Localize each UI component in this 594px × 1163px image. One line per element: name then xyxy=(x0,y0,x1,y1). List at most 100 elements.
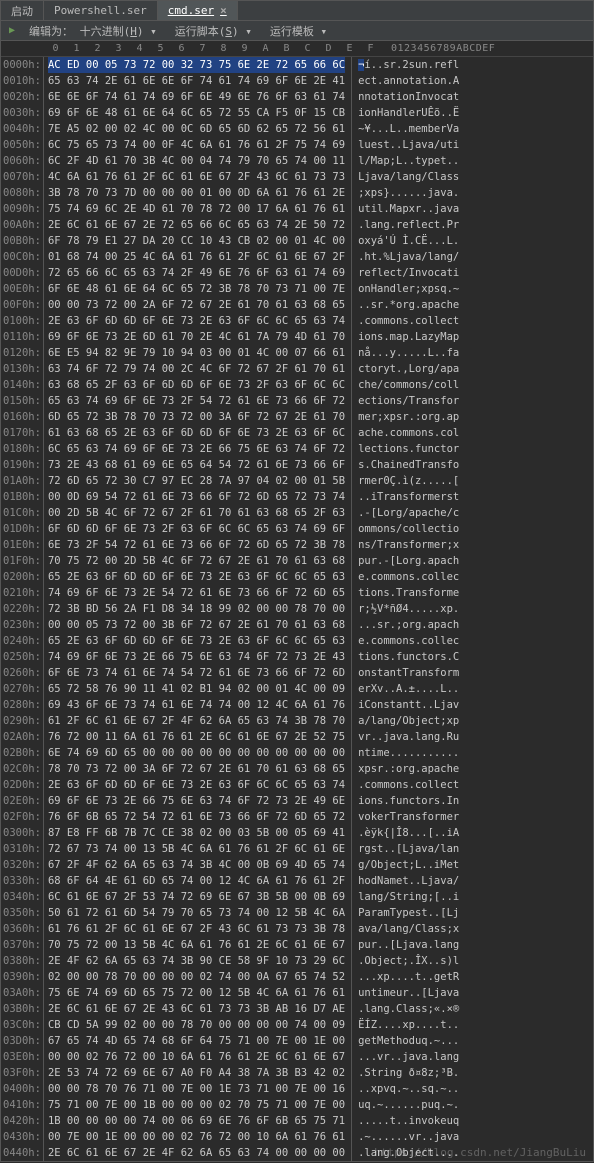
ascii-row[interactable]: g/Object;L..iMet xyxy=(358,857,459,873)
ascii-row[interactable]: .lang.reflect.Pr xyxy=(358,217,459,233)
ascii-row[interactable]: erXv..A.±....L.. xyxy=(358,681,459,697)
ascii-row[interactable]: oxyá'Ú Ì.CË...L. xyxy=(358,233,459,249)
hex-row[interactable]: 6D 65 72 3B 78 70 73 72 00 3A 6F 72 67 2… xyxy=(48,409,345,425)
hex-row[interactable]: 65 2E 63 6F 6D 6D 6F 6E 73 2E 63 6F 6C 6… xyxy=(48,569,345,585)
hex-row[interactable]: 69 6F 6E 48 61 6E 64 6C 65 72 55 CA F5 0… xyxy=(48,105,345,121)
ascii-row[interactable]: .lang.Class;«.×® xyxy=(358,1001,459,1017)
ascii-row[interactable]: ..sr.*org.apache xyxy=(358,297,459,313)
ascii-row[interactable]: Ljava/lang/Class xyxy=(358,169,459,185)
hex-row[interactable]: 65 72 58 76 90 11 41 02 B1 94 02 00 01 4… xyxy=(48,681,345,697)
hex-row[interactable]: 2E 4F 62 6A 65 63 74 3B 90 CE 58 9F 10 7… xyxy=(48,953,345,969)
ascii-row[interactable]: ntime........... xyxy=(358,745,459,761)
ascii-row[interactable]: onHandler;xpsq.~ xyxy=(358,281,459,297)
run-script-menu[interactable]: 运行脚本(S) ▾ xyxy=(167,21,260,41)
ascii-row[interactable]: ns/Transformer;x xyxy=(358,537,459,553)
tab-cmd-ser[interactable]: cmd.ser × xyxy=(158,1,238,20)
ascii-row[interactable]: r;½V*ñØ4.....xp. xyxy=(358,601,459,617)
hex-row[interactable]: 00 0D 69 54 72 61 6E 73 66 6F 72 6D 65 7… xyxy=(48,489,345,505)
hex-row[interactable]: 65 2E 63 6F 6D 6D 6F 6E 73 2E 63 6F 6C 6… xyxy=(48,633,345,649)
ascii-row[interactable]: .commons.collect xyxy=(358,777,459,793)
ascii-row[interactable]: ionHandlerUÊõ..Ë xyxy=(358,105,459,121)
hex-row[interactable]: 2E 63 6F 6D 6D 6F 6E 73 2E 63 6F 6C 6C 6… xyxy=(48,313,345,329)
ascii-row[interactable]: ..iTransformerst xyxy=(358,489,459,505)
hex-row[interactable]: 6E E5 94 82 9E 79 10 94 03 00 01 4C 00 0… xyxy=(48,345,345,361)
hex-row[interactable]: 1B 00 00 00 00 74 00 06 69 6E 76 6F 6B 6… xyxy=(48,1113,345,1129)
hex-row[interactable]: 73 2E 43 68 61 69 6E 65 64 54 72 61 6E 7… xyxy=(48,457,345,473)
ascii-row[interactable]: untimeur..[Ljava xyxy=(358,985,459,1001)
hex-row[interactable]: 70 75 72 00 13 5B 4C 6A 61 76 61 2E 6C 6… xyxy=(48,937,345,953)
run-template-menu[interactable]: 运行模板 ▾ xyxy=(262,21,335,41)
ascii-row[interactable]: ParamTypest..[Lj xyxy=(358,905,459,921)
ascii-row[interactable]: ...sr.;org.apach xyxy=(358,617,459,633)
ascii-row[interactable]: l/Map;L..typet.. xyxy=(358,153,459,169)
hex-row[interactable]: 72 6D 65 72 30 C7 97 EC 28 7A 97 04 02 0… xyxy=(48,473,345,489)
hex-row[interactable]: 87 E8 FF 6B 7B 7C CE 38 02 00 03 5B 00 0… xyxy=(48,825,345,841)
hex-row[interactable]: 00 2D 5B 4C 6F 72 67 2F 61 70 61 63 68 6… xyxy=(48,505,345,521)
ascii-row[interactable]: .ht.%Ljava/lang/ xyxy=(358,249,459,265)
hex-row[interactable]: 2E 53 74 72 69 6E 67 A0 F0 A4 38 7A 3B B… xyxy=(48,1065,345,1081)
ascii-row[interactable]: luest..Ljava/uti xyxy=(358,137,459,153)
hex-row[interactable]: 6C 75 65 73 74 00 0F 4C 6A 61 76 61 2F 7… xyxy=(48,137,345,153)
hex-view[interactable]: 0000h:0010h:0020h:0030h:0040h:0050h:0060… xyxy=(1,57,593,1161)
hex-row[interactable]: 6F 6D 6D 6F 6E 73 2F 63 6F 6C 6C 65 63 7… xyxy=(48,521,345,537)
hex-row[interactable]: 69 6F 6E 73 2E 6D 61 70 2E 4C 61 7A 79 4… xyxy=(48,329,345,345)
edit-as-menu[interactable]: 编辑为： 十六进制(H) ▾ xyxy=(21,21,165,41)
tab-powershell-ser[interactable]: Powershell.ser xyxy=(44,1,158,20)
hex-row[interactable]: 6F 6E 48 61 6E 64 6C 65 72 3B 78 70 73 7… xyxy=(48,281,345,297)
ascii-row[interactable]: .~......vr..java xyxy=(358,1129,459,1145)
hex-row[interactable]: 00 00 73 72 00 2A 6F 72 67 2E 61 70 61 6… xyxy=(48,297,345,313)
hex-row[interactable]: 72 3B BD 56 2A F1 D8 34 18 99 02 00 00 7… xyxy=(48,601,345,617)
ascii-row[interactable]: rmer0Ç.ì(z.....[ xyxy=(358,473,459,489)
ascii-row[interactable]: a/lang/Object;xp xyxy=(358,713,459,729)
ascii-row[interactable]: nnotationInvocat xyxy=(358,89,459,105)
hex-row[interactable]: 61 2F 6C 61 6E 67 2F 4F 62 6A 65 63 74 3… xyxy=(48,713,345,729)
hex-row[interactable]: 6E 6E 6F 74 61 74 69 6F 6E 49 6E 76 6F 6… xyxy=(48,89,345,105)
hex-row[interactable]: 00 00 02 76 72 00 10 6A 61 76 61 2E 6C 6… xyxy=(48,1049,345,1065)
hex-row[interactable]: 01 68 74 00 25 4C 6A 61 76 61 2F 6C 61 6… xyxy=(48,249,345,265)
hex-row[interactable]: 65 63 74 69 6F 6E 73 2F 54 72 61 6E 73 6… xyxy=(48,393,345,409)
hex-row[interactable]: 69 43 6F 6E 73 74 61 6E 74 74 00 12 4C 6… xyxy=(48,697,345,713)
ascii-row[interactable]: reflect/Invocati xyxy=(358,265,459,281)
hex-row[interactable]: 68 6F 64 4E 61 6D 65 74 00 12 4C 6A 61 7… xyxy=(48,873,345,889)
hex-row[interactable]: AC ED 00 05 73 72 00 32 73 75 6E 2E 72 6… xyxy=(48,57,345,73)
ascii-row[interactable]: ;xps}......java. xyxy=(358,185,459,201)
ascii-row[interactable]: ctoryt.,Lorg/apa xyxy=(358,361,459,377)
hex-row[interactable]: 6F 6E 73 74 61 6E 74 54 72 61 6E 73 66 6… xyxy=(48,665,345,681)
ascii-row[interactable]: .commons.collect xyxy=(358,313,459,329)
hex-row[interactable]: 75 71 00 7E 00 1B 00 00 00 02 70 75 71 0… xyxy=(48,1097,345,1113)
hex-row[interactable]: 6C 2F 4D 61 70 3B 4C 00 04 74 79 70 65 7… xyxy=(48,153,345,169)
ascii-row[interactable]: .String ð¤8z;³B. xyxy=(358,1065,459,1081)
hex-row[interactable]: 6F 78 79 E1 27 DA 20 CC 10 43 CB 02 00 0… xyxy=(48,233,345,249)
ascii-row[interactable]: ava/lang/Class;x xyxy=(358,921,459,937)
hex-row[interactable]: 63 74 6F 72 79 74 00 2C 4C 6F 72 67 2F 6… xyxy=(48,361,345,377)
ascii-row[interactable]: .Object;.ÎX..s)l xyxy=(358,953,459,969)
hex-row[interactable]: 75 74 69 6C 2E 4D 61 70 78 72 00 17 6A 6… xyxy=(48,201,345,217)
hex-row[interactable]: 67 2F 4F 62 6A 65 63 74 3B 4C 00 0B 69 4… xyxy=(48,857,345,873)
hex-row[interactable]: 72 65 66 6C 65 63 74 2F 49 6E 76 6F 63 6… xyxy=(48,265,345,281)
ascii-row[interactable]: util.Mapxr..java xyxy=(358,201,459,217)
ascii-row[interactable]: vr..java.lang.Ru xyxy=(358,729,459,745)
hex-row[interactable]: 76 72 00 11 6A 61 76 61 2E 6C 61 6E 67 2… xyxy=(48,729,345,745)
hex-row[interactable]: 00 00 05 73 72 00 3B 6F 72 67 2E 61 70 6… xyxy=(48,617,345,633)
ascii-row[interactable]: lections.functor xyxy=(358,441,459,457)
hex-row[interactable]: 69 6F 6E 73 2E 66 75 6E 63 74 6F 72 73 2… xyxy=(48,793,345,809)
hex-row[interactable]: 65 63 74 2E 61 6E 6E 6F 74 61 74 69 6F 6… xyxy=(48,73,345,89)
hex-row[interactable]: 72 67 73 74 00 13 5B 4C 6A 61 76 61 2F 6… xyxy=(48,841,345,857)
ascii-row[interactable]: .....t..invokeuq xyxy=(358,1113,459,1129)
hex-row[interactable]: 4C 6A 61 76 61 2F 6C 61 6E 67 2F 43 6C 6… xyxy=(48,169,345,185)
hex-row[interactable]: 74 69 6F 6E 73 2E 66 75 6E 63 74 6F 72 7… xyxy=(48,649,345,665)
hex-row[interactable]: 6E 73 2F 54 72 61 6E 73 66 6F 72 6D 65 7… xyxy=(48,537,345,553)
ascii-row[interactable]: ~¥...L..memberVa xyxy=(358,121,459,137)
hex-row[interactable]: 2E 6C 61 6E 67 2E 43 6C 61 73 73 3B AB 1… xyxy=(48,1001,345,1017)
ascii-row[interactable]: s.ChainedTransfo xyxy=(358,457,459,473)
hex-bytes-column[interactable]: AC ED 00 05 73 72 00 32 73 75 6E 2E 72 6… xyxy=(44,57,345,1161)
hex-row[interactable]: 6C 61 6E 67 2F 53 74 72 69 6E 67 3B 5B 0… xyxy=(48,889,345,905)
ascii-row[interactable]: ...vr..java.lang xyxy=(358,1049,459,1065)
ascii-row[interactable]: pur.-[Lorg.apach xyxy=(358,553,459,569)
hex-row[interactable]: 6E 74 69 6D 65 00 00 00 00 00 00 00 00 0… xyxy=(48,745,345,761)
hex-row[interactable]: 70 75 72 00 2D 5B 4C 6F 72 67 2E 61 70 6… xyxy=(48,553,345,569)
hex-row[interactable]: 00 7E 00 1E 00 00 00 02 76 72 00 10 6A 6… xyxy=(48,1129,345,1145)
ascii-row[interactable]: mer;xpsr.:org.ap xyxy=(358,409,459,425)
ascii-row[interactable]: hodNamet..Ljava/ xyxy=(358,873,459,889)
hex-row[interactable]: CB CD 5A 99 02 00 00 78 70 00 00 00 00 7… xyxy=(48,1017,345,1033)
